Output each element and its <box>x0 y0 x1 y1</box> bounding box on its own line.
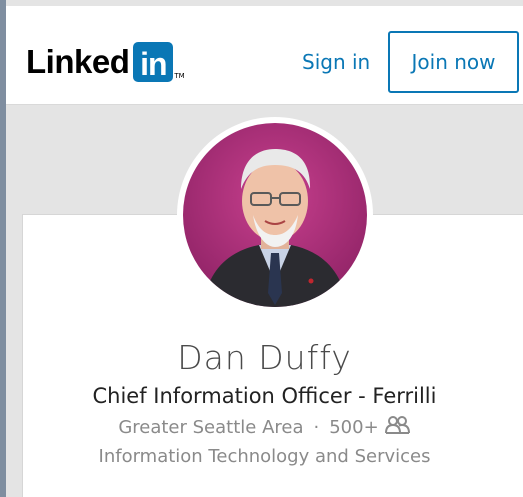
profile-name: Dan Duffy <box>177 338 352 377</box>
connections-count: 500+ <box>329 417 379 438</box>
profile-meta: Greater Seattle Area · 500+ <box>6 416 523 439</box>
meta-separator: · <box>313 417 320 438</box>
top-header: Linked in TM Sign in Join now <box>6 6 523 105</box>
profile-location: Greater Seattle Area <box>118 417 304 438</box>
logo-word: Linked <box>26 43 130 80</box>
profile-headline: Chief Information Officer - Ferrilli <box>92 384 437 408</box>
logo-tm: TM <box>174 72 185 80</box>
logo-in-mark: in <box>133 42 174 82</box>
join-now-label: Join now <box>411 50 496 74</box>
avatar[interactable] <box>183 123 367 307</box>
join-now-button[interactable]: Join now <box>388 31 519 93</box>
connections-icon <box>384 416 411 439</box>
linkedin-logo[interactable]: Linked in TM <box>26 42 185 82</box>
profile-industry: Information Technology and Services <box>98 446 431 467</box>
sign-in-link[interactable]: Sign in <box>302 50 370 74</box>
page-frame: Linked in TM Sign in Join now Dan Duffy … <box>6 0 523 497</box>
